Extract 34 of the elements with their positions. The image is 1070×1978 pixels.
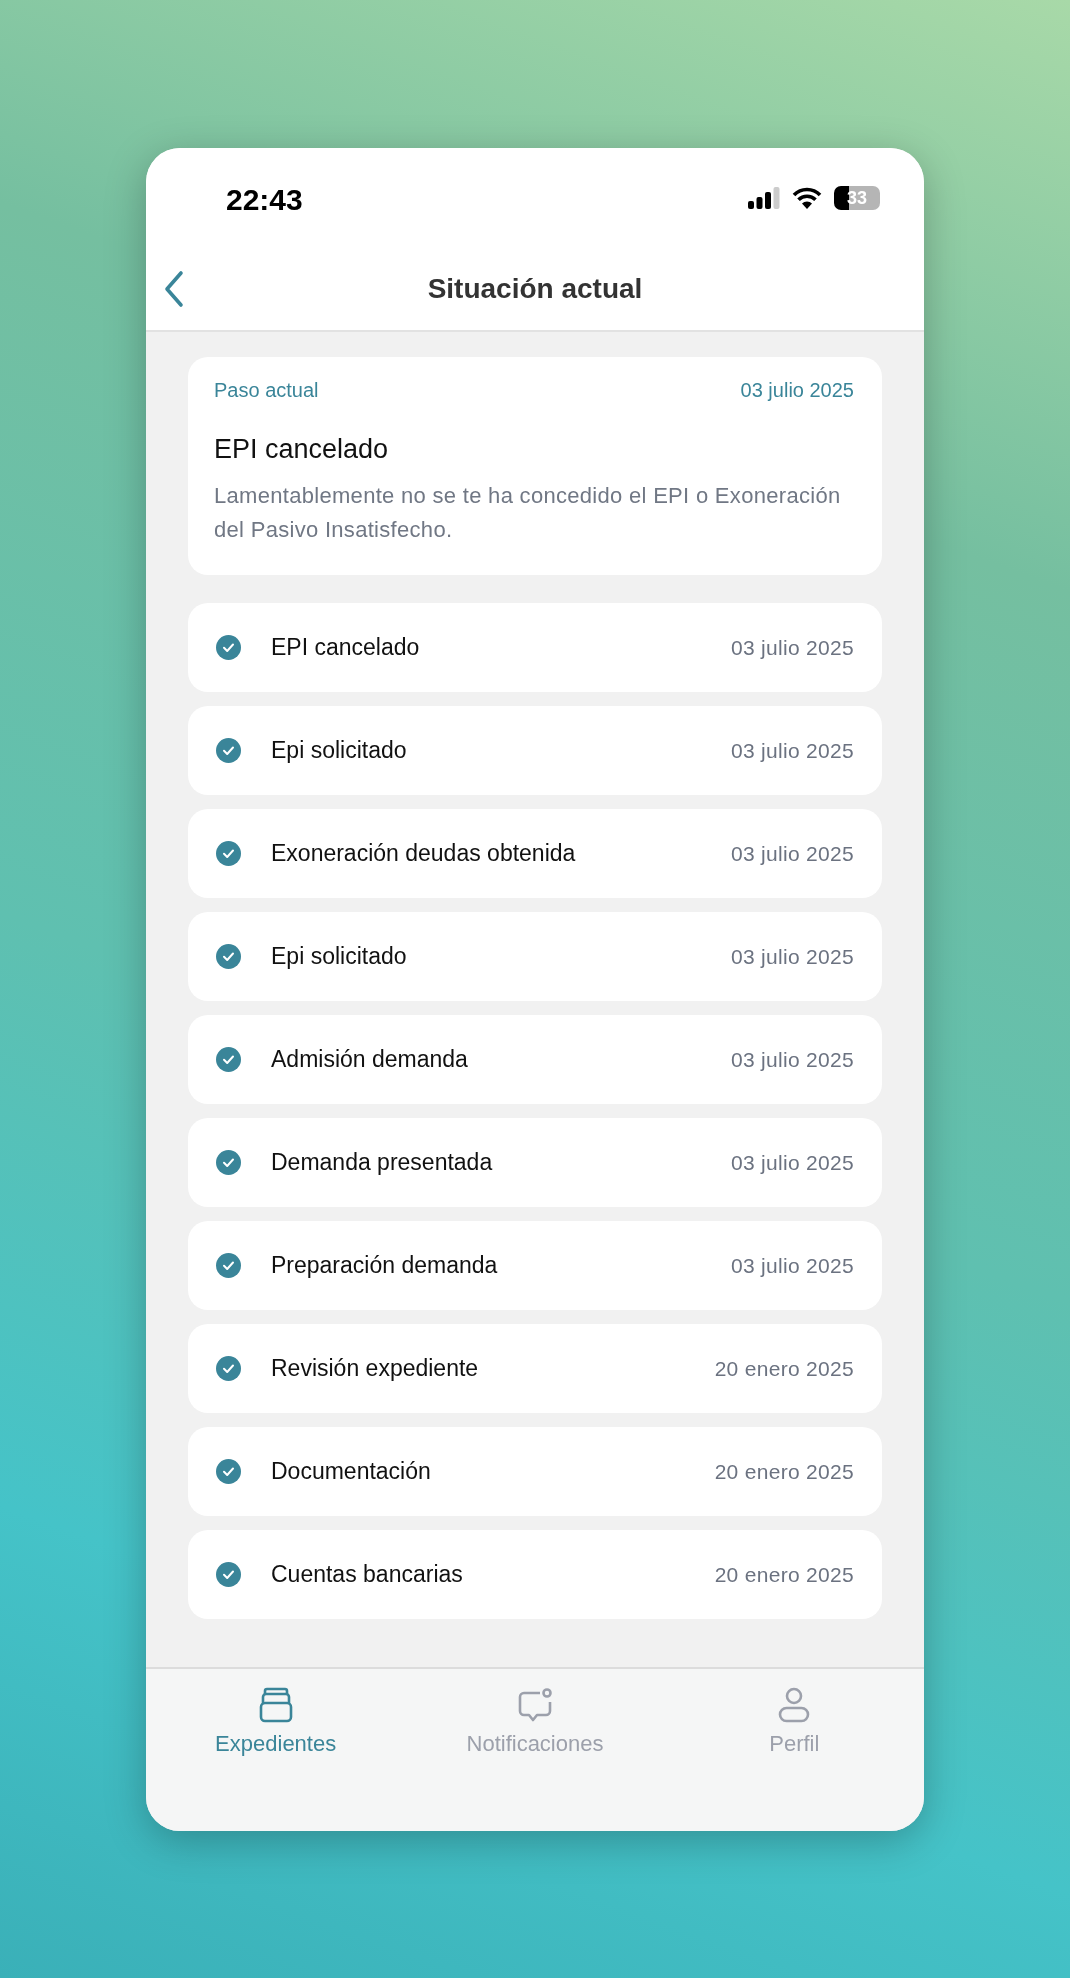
step-name: Cuentas bancarias bbox=[271, 1561, 464, 1588]
step-name: Epi solicitado bbox=[271, 943, 408, 970]
tab-item[interactable]: Notificaciones bbox=[466, 1687, 604, 1767]
stack-icon bbox=[257, 1687, 294, 1723]
tab-item[interactable]: Perfil bbox=[769, 1687, 820, 1767]
current-step-description: Lamentablemente no se te ha concedido el EPI o Exoneración del Pasivo Insatisfecho. bbox=[214, 482, 842, 544]
current-step-label: Paso actual bbox=[214, 379, 319, 402]
current-step-title: EPI cancelado bbox=[214, 434, 390, 465]
step-name: Epi solicitado bbox=[271, 737, 408, 764]
step-date: 03 julio 2025 bbox=[731, 944, 854, 969]
step-name: Revisión expediente bbox=[271, 1355, 480, 1382]
current-step-date: 03 julio 2025 bbox=[740, 379, 854, 402]
wifi-icon bbox=[792, 187, 822, 209]
step-name: Demanda presentada bbox=[271, 1149, 494, 1176]
step-name: Preparación demanda bbox=[271, 1252, 499, 1279]
step-date: 03 julio 2025 bbox=[731, 635, 854, 660]
status-time: 22:43 bbox=[226, 183, 303, 217]
step-date: 20 enero 2025 bbox=[714, 1459, 854, 1484]
step-name: Admisión demanda bbox=[271, 1046, 469, 1073]
step-date: 20 enero 2025 bbox=[714, 1356, 854, 1381]
step-date: 03 julio 2025 bbox=[731, 738, 854, 763]
tab-item[interactable]: Expedientes bbox=[215, 1687, 337, 1767]
signal-icon bbox=[748, 187, 780, 209]
step-date: 03 julio 2025 bbox=[731, 841, 854, 866]
step-name: Documentación bbox=[271, 1458, 432, 1485]
step-date: 03 julio 2025 bbox=[731, 1253, 854, 1278]
step-name: Exoneración deudas obtenida bbox=[271, 840, 577, 867]
chat-bubble-icon bbox=[517, 1687, 553, 1723]
screen-title: Situación actual bbox=[427, 273, 643, 305]
step-date: 03 julio 2025 bbox=[731, 1047, 854, 1072]
back-icon[interactable] bbox=[164, 270, 184, 308]
step-date: 20 enero 2025 bbox=[714, 1562, 854, 1587]
step-date: 03 julio 2025 bbox=[731, 1150, 854, 1175]
step-name: EPI cancelado bbox=[271, 634, 421, 661]
